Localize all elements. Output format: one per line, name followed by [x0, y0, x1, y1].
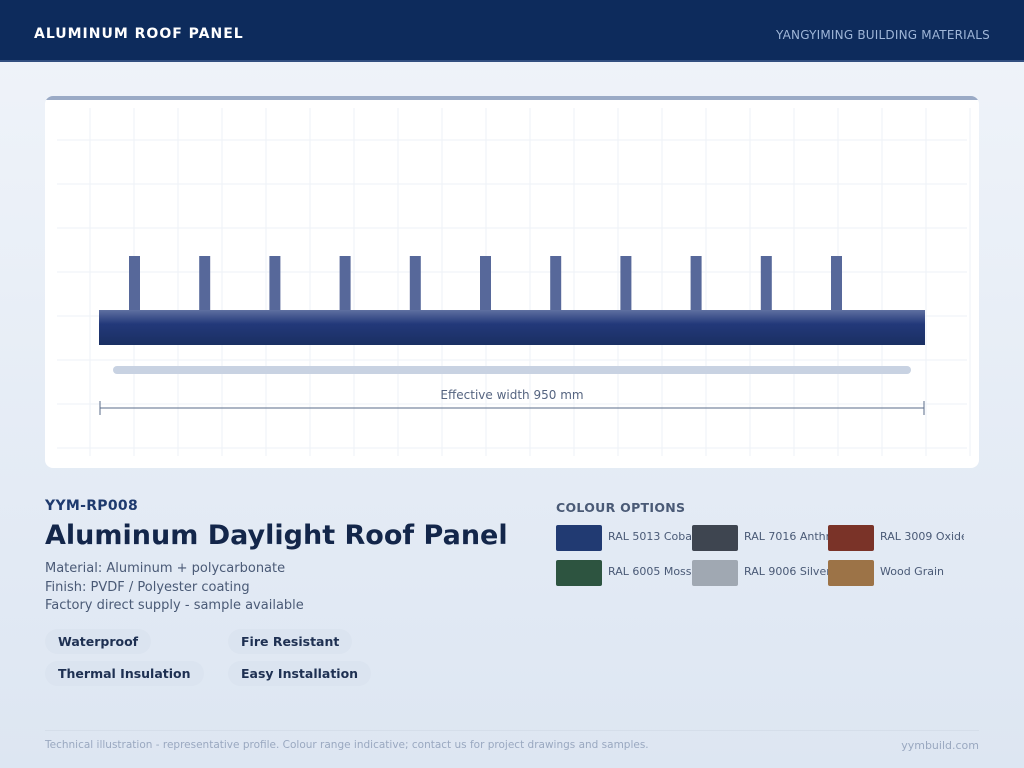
product-title: Aluminum Daylight Roof Panel: [45, 520, 508, 551]
colour-name: RAL 9006 Silver: [744, 565, 828, 578]
panel-shadow: [113, 366, 911, 374]
colour-name: RAL 7016 Anthracite: [744, 530, 828, 543]
colour-option-anthracite[interactable]: RAL 7016 Anthracite: [692, 525, 828, 551]
colour-name: Wood Grain: [880, 565, 944, 578]
colour-options-heading: COLOUR OPTIONS: [556, 500, 686, 515]
effective-width-label: Effective width 950 mm: [440, 388, 583, 402]
tag-easy-installation: Easy Installation: [228, 661, 372, 686]
profile-illustration-card: Effective width 950 mm: [45, 96, 979, 468]
footer-disclaimer: Technical illustration - representative …: [45, 739, 649, 751]
tag-waterproof: Waterproof: [45, 629, 152, 654]
colour-swatch: [692, 560, 738, 586]
panel-rib: [620, 256, 632, 312]
colour-option-moss-green[interactable]: RAL 6005 Moss Green: [556, 560, 692, 586]
roof-panel-profile-diagram: Effective width 950 mm: [57, 108, 971, 456]
colour-options: COLOUR OPTIONS RAL 5013 Cobalt Blue RAL …: [556, 500, 986, 586]
brand-name: YANGYIMING BUILDING MATERIALS: [776, 28, 990, 42]
colour-name: RAL 3009 Oxide Red: [880, 530, 964, 543]
panel-rib: [480, 256, 491, 312]
panel-rib: [269, 256, 281, 312]
footer-website-link[interactable]: yymbuild.com: [901, 739, 979, 752]
colour-swatch: [828, 525, 874, 551]
spec-supply: Factory direct supply - sample available: [45, 598, 304, 613]
panel-rib: [831, 256, 842, 312]
colour-swatch: [692, 525, 738, 551]
colour-option-cobalt-blue[interactable]: RAL 5013 Cobalt Blue: [556, 525, 692, 551]
colour-option-wood-grain[interactable]: Wood Grain: [828, 560, 964, 586]
panel-rib: [550, 256, 562, 312]
colour-swatch: [556, 560, 602, 586]
colour-option-silver[interactable]: RAL 9006 Silver: [692, 560, 828, 586]
footer-divider: [45, 730, 979, 731]
colour-option-oxide-red[interactable]: RAL 3009 Oxide Red: [828, 525, 964, 551]
panel-rib: [690, 256, 702, 312]
tag-fire-resistant: Fire Resistant: [228, 629, 353, 654]
colour-name: RAL 5013 Cobalt Blue: [608, 530, 692, 543]
panel-ribs: [129, 256, 842, 312]
colour-name: RAL 6005 Moss Green: [608, 565, 692, 578]
colour-swatch: [556, 525, 602, 551]
tag-thermal-insulation: Thermal Insulation: [45, 661, 204, 686]
spec-finish: Finish: PVDF / Polyester coating: [45, 579, 250, 595]
panel-rib: [129, 256, 140, 312]
panel-rib: [760, 256, 772, 312]
colour-swatch: [828, 560, 874, 586]
header-bar: ALUMINUM ROOF PANEL YANGYIMING BUILDING …: [0, 0, 1024, 62]
panel-rib: [199, 256, 211, 312]
page-title: ALUMINUM ROOF PANEL: [34, 26, 244, 42]
product-info: YYM-RP008 Aluminum Daylight Roof Panel M…: [45, 498, 535, 616]
panel-base: [99, 310, 925, 345]
spec-material: Material: Aluminum + polycarbonate: [45, 561, 286, 576]
product-code: YYM-RP008: [45, 498, 138, 514]
spec-list: Material: Aluminum + polycarbonate Finis…: [45, 560, 535, 616]
panel-rib: [409, 256, 421, 312]
panel-rib: [339, 256, 351, 312]
